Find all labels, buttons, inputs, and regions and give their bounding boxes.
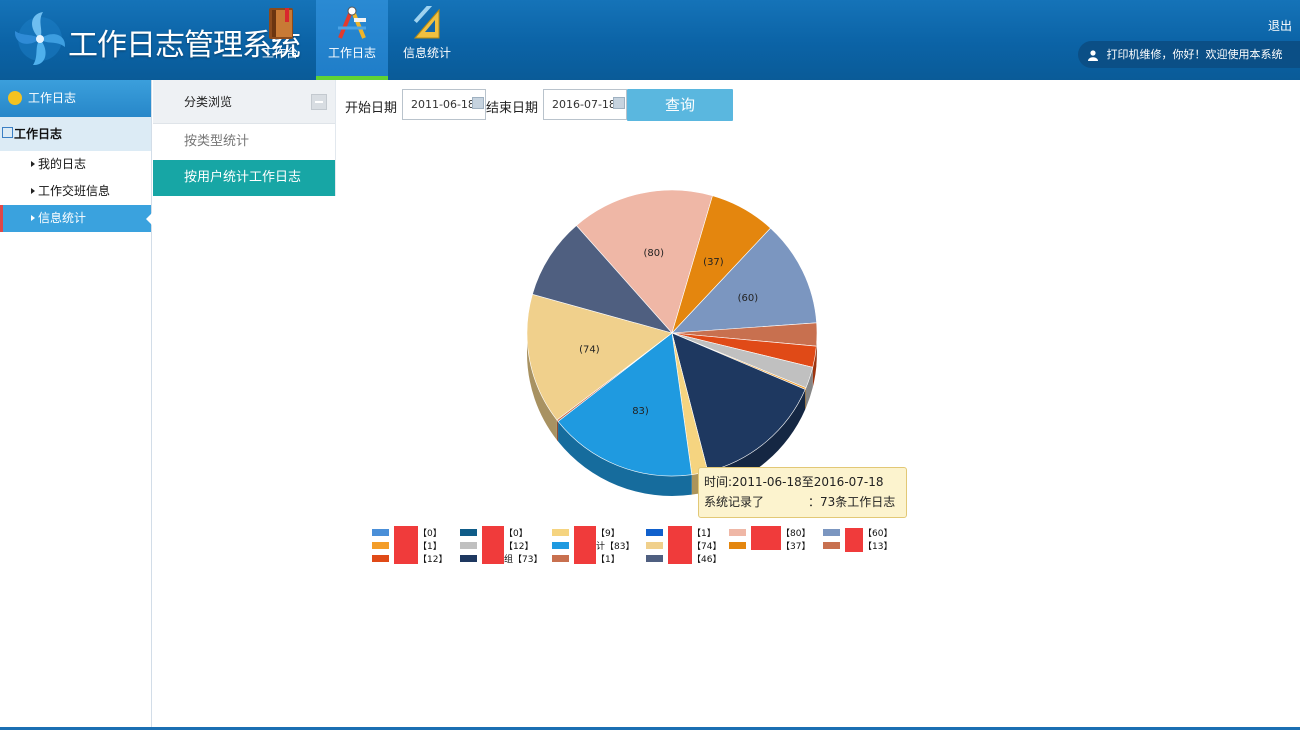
legend-value: 【12】	[418, 555, 448, 565]
legend-swatch	[552, 555, 569, 562]
legend-swatch	[646, 555, 663, 562]
pie-data-label: (74)	[579, 345, 600, 356]
legend-swatch	[460, 529, 477, 536]
nav-tab-label: 工作台	[261, 46, 298, 60]
pinwheel-logo-icon	[14, 12, 66, 66]
nav-tab-workbench[interactable]: 工作台	[258, 0, 302, 80]
legend-swatch	[372, 542, 389, 549]
legend-value: 【13】	[863, 542, 893, 552]
category-submenu: 分类浏览 按类型统计 按用户统计工作日志	[153, 80, 336, 196]
redaction-block	[668, 526, 692, 564]
pie-data-label: (60)	[738, 293, 759, 304]
collapse-minus-icon[interactable]	[311, 94, 327, 110]
sidebar-item-my-log[interactable]: 我的日志	[0, 151, 151, 178]
sidebar-header-label: 工作日志	[28, 91, 77, 105]
redaction-block	[482, 526, 504, 564]
submenu-header-label: 分类浏览	[184, 95, 233, 109]
calendar-icon[interactable]	[613, 97, 625, 109]
redaction-block	[751, 526, 781, 550]
tooltip-count-prefix: 系统记录了	[704, 495, 765, 509]
tooltip-time-range: 时间:2011-06-18至2016-07-18	[704, 475, 884, 489]
expand-dot-icon	[8, 90, 22, 105]
legend-swatch	[646, 542, 663, 549]
pie-slice-side	[805, 387, 806, 410]
sidebar-item-label: 我的日志	[38, 157, 87, 171]
top-header: 工作日志管理系统 工作台 工作日志 信息统计 退出 打印机维修，你好！欢迎使用本…	[0, 0, 1300, 80]
legend-value: 组【73】	[504, 555, 543, 565]
legend-swatch	[460, 555, 477, 562]
legend-swatch	[552, 529, 569, 536]
tooltip-count: 系统记录了 ：73条工作日志	[704, 492, 901, 512]
legend-value: 【60】	[863, 529, 893, 539]
redaction-block	[574, 526, 596, 564]
legend-value: 【46】	[692, 555, 722, 565]
nav-tab-statistics[interactable]: 信息统计	[400, 0, 454, 80]
notebook-icon	[269, 8, 293, 39]
chart-tooltip: 时间:2011-06-18至2016-07-18 系统记录了 ：73条工作日志	[698, 467, 907, 518]
pie-data-label: (80)	[644, 248, 665, 259]
query-button[interactable]: 查询	[627, 89, 733, 121]
legend-value: 【0】	[418, 529, 442, 539]
legend-value: 【9】	[596, 529, 620, 539]
nav-tab-label: 信息统计	[402, 46, 451, 60]
sidebar-group-label: 工作日志	[14, 127, 63, 141]
legend-value: 【1】	[692, 529, 716, 539]
start-date-label: 开始日期	[345, 101, 398, 116]
sidebar-header[interactable]: 工作日志	[0, 80, 151, 117]
legend-swatch	[552, 542, 569, 549]
user-icon	[1088, 49, 1098, 61]
legend-value: 【1】	[596, 555, 620, 565]
pie-chart: (80) (37) (60) 83) (74)	[526, 189, 818, 496]
sidebar-group[interactable]: 工作日志	[0, 117, 151, 151]
nav-tab-work-log[interactable]: 工作日志	[316, 0, 388, 80]
end-date-label: 结束日期	[486, 101, 539, 116]
pie-slice-side	[556, 420, 559, 442]
legend-swatch	[823, 529, 840, 536]
user-greeting-bar: 打印机维修，你好！欢迎使用本系统	[1078, 41, 1300, 68]
redaction-block	[394, 526, 418, 564]
sidebar-item-shift-handover[interactable]: 工作交班信息	[0, 178, 151, 205]
logout-link[interactable]: 退出	[1268, 17, 1292, 34]
pie-data-label: 83)	[632, 406, 649, 417]
triangle-ruler-icon	[413, 6, 440, 39]
left-sidebar: 工作日志 工作日志 我的日志 工作交班信息 信息统计	[0, 80, 152, 730]
pie-data-label: (37)	[703, 257, 724, 268]
legend-value: 【80】	[781, 529, 811, 539]
legend-value: 【0】	[504, 529, 528, 539]
submenu-header: 分类浏览	[153, 80, 335, 124]
legend-value: 计【83】	[596, 542, 635, 552]
edit-icon	[2, 127, 13, 138]
sidebar-item-statistics[interactable]: 信息统计	[0, 205, 152, 232]
calendar-icon[interactable]	[472, 97, 484, 109]
sidebar-item-label: 工作交班信息	[38, 184, 111, 198]
legend-swatch	[729, 542, 746, 549]
sidebar-item-label: 信息统计	[38, 211, 87, 225]
legend-swatch	[729, 529, 746, 536]
submenu-item-by-user[interactable]: 按用户统计工作日志	[153, 160, 335, 196]
user-greeting-text: 打印机维修，你好！欢迎使用本系统	[1106, 48, 1283, 61]
legend-swatch	[460, 542, 477, 549]
redaction-block	[845, 528, 863, 552]
legend-swatch	[823, 542, 840, 549]
legend-swatch	[372, 529, 389, 536]
compass-tools-icon	[338, 6, 366, 39]
legend-value: 【37】	[781, 542, 811, 552]
submenu-item-by-type[interactable]: 按类型统计	[153, 124, 335, 160]
tooltip-count-value: ：73条工作日志	[808, 495, 896, 509]
legend-value: 【12】	[504, 542, 534, 552]
legend-swatch	[646, 529, 663, 536]
legend-swatch	[372, 555, 389, 562]
nav-tab-label: 工作日志	[327, 46, 376, 60]
legend-value: 【74】	[692, 542, 722, 552]
chart-legend: 【0】 【0】 【9】 【1】 【80】 【60】 【1】 【12】 计【83】 【74】 【37】…	[372, 526, 912, 568]
legend-value: 【1】	[418, 542, 442, 552]
